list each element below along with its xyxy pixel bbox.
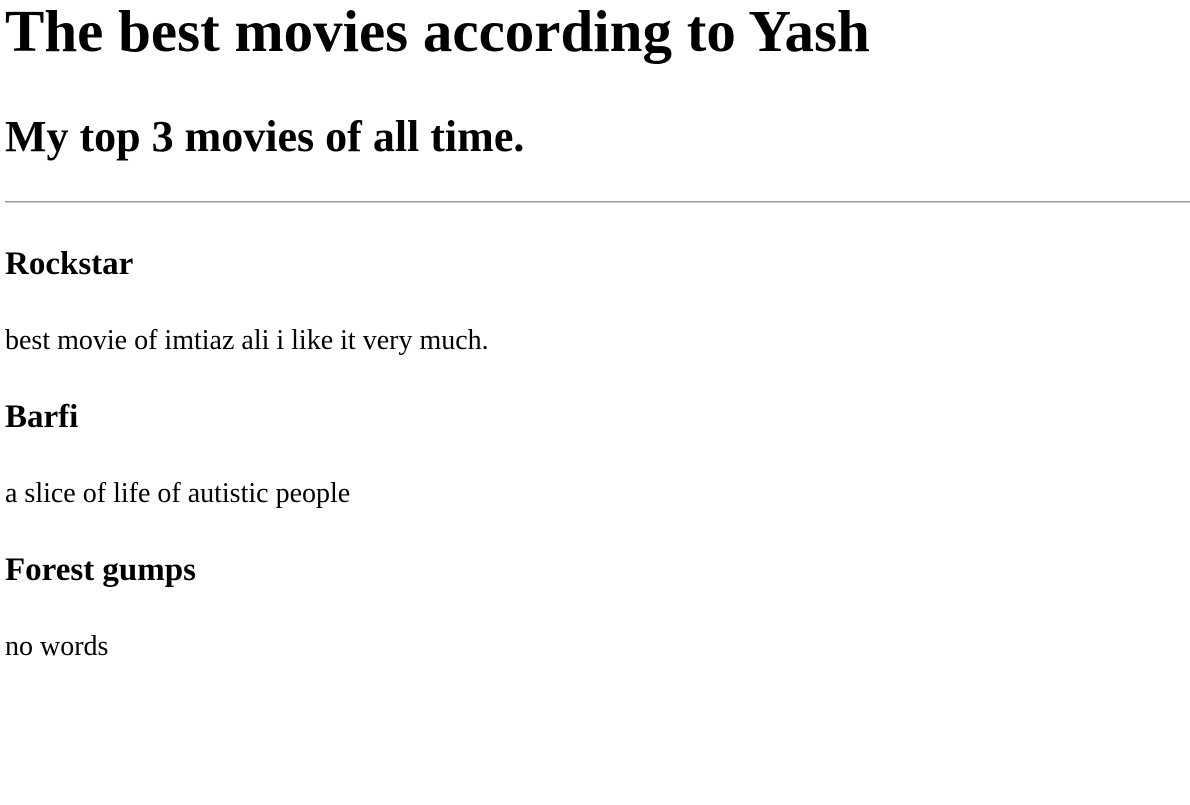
divider: [5, 201, 1190, 203]
movie-list: Rockstar best movie of imtiaz ali i like…: [5, 244, 1190, 665]
movie-description: no words: [5, 631, 109, 662]
page-title: The best movies according to Yash: [5, 0, 870, 64]
movie-title: Rockstar: [5, 246, 134, 282]
movie-title: Forest gumps: [5, 552, 196, 588]
movie-item-rockstar: Rockstar best movie of imtiaz ali i like…: [5, 244, 1190, 359]
movie-title: Barfi: [5, 399, 79, 435]
movie-item-barfi: Barfi a slice of life of autistic people: [5, 397, 1190, 512]
movie-item-forest-gumps: Forest gumps no words: [5, 550, 1190, 665]
movie-description: best movie of imtiaz ali i like it very …: [5, 325, 489, 356]
page-subtitle: My top 3 movies of all time.: [5, 112, 525, 161]
movie-description: a slice of life of autistic people: [5, 478, 351, 509]
